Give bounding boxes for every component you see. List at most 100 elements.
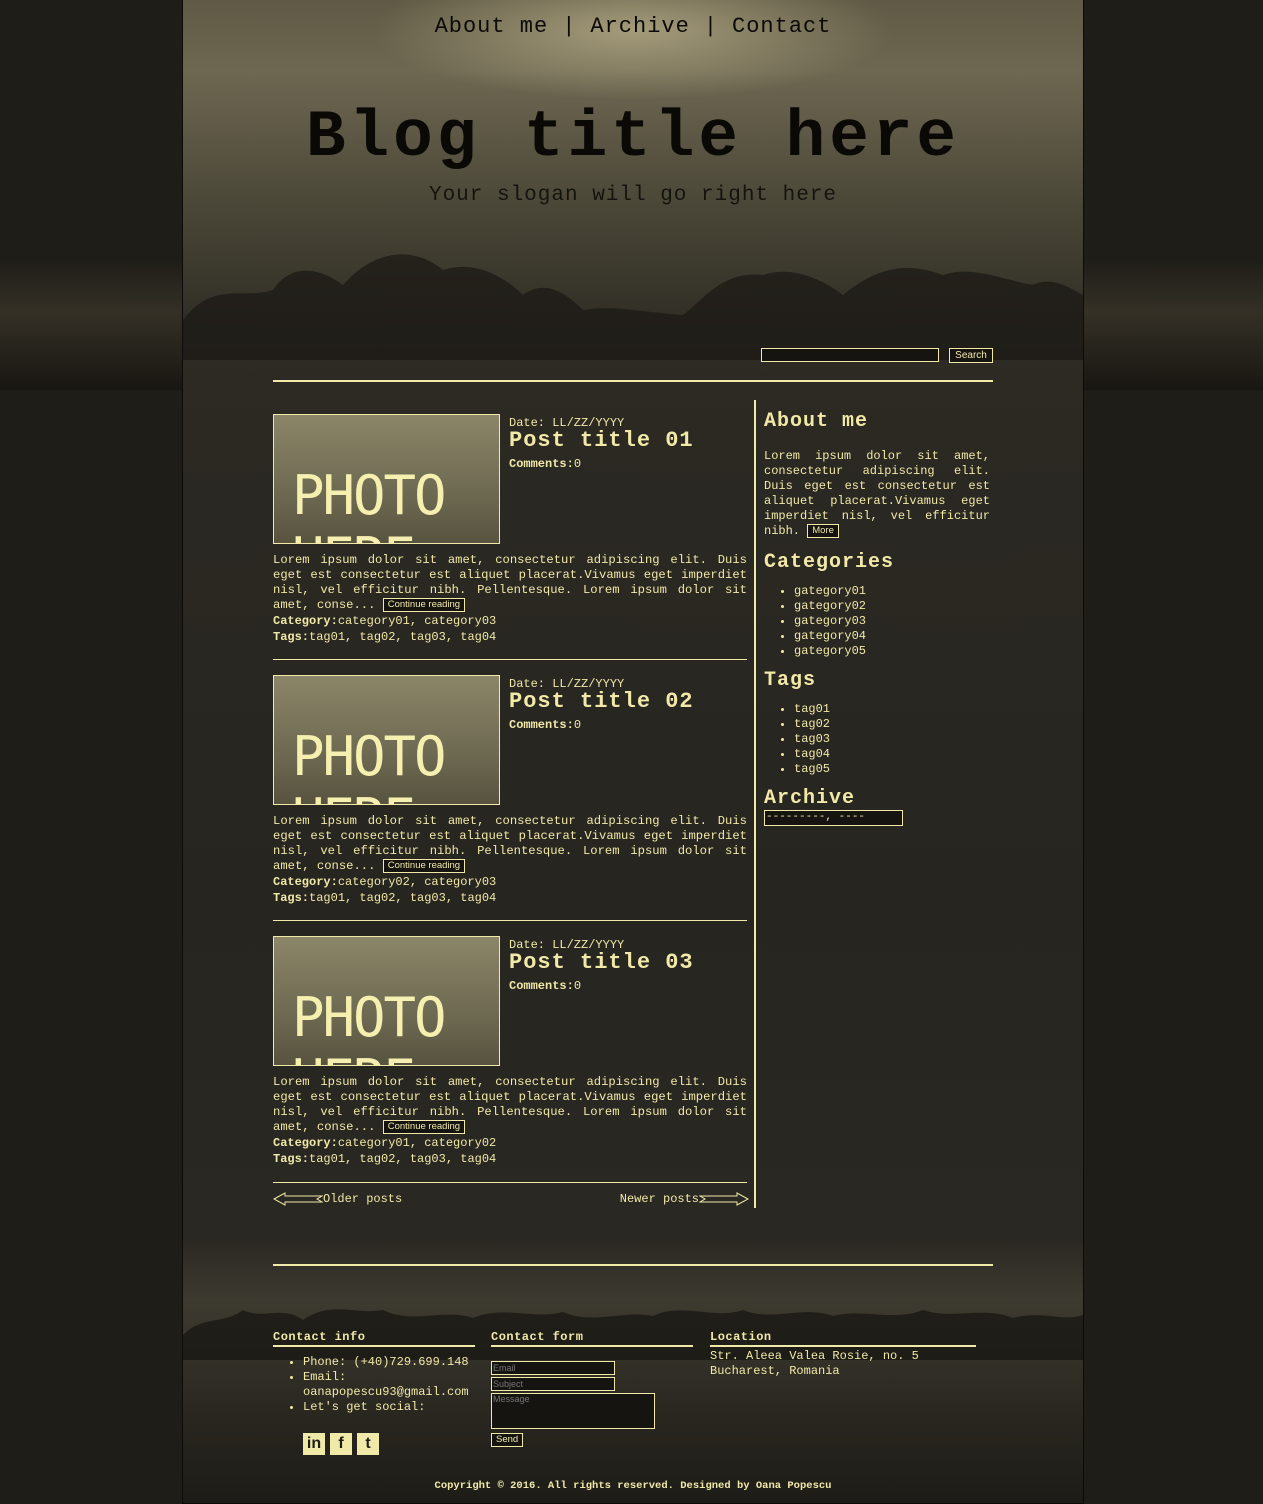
sidebar-divider xyxy=(754,400,756,1208)
category-links[interactable]: category01, category03 xyxy=(338,614,496,628)
post-categories: Category:category01, category02 xyxy=(273,1136,496,1150)
category-item[interactable]: gategory03 xyxy=(794,614,990,629)
comments-label: Comments: xyxy=(509,979,574,993)
post-photo-placeholder[interactable]: PHOTO HERE xyxy=(273,936,500,1066)
tag-item[interactable]: tag01 xyxy=(794,702,990,717)
post-categories: Category:category02, category03 xyxy=(273,875,496,889)
newer-posts-link[interactable]: Newer posts xyxy=(620,1192,750,1206)
right-arrow-icon xyxy=(698,1192,750,1206)
photo-placeholder-text: PHOTO xyxy=(292,725,447,788)
tag-item[interactable]: tag05 xyxy=(794,762,990,777)
tag-links[interactable]: tag01, tag02, tag03, tag04 xyxy=(309,630,496,644)
continue-reading-button[interactable]: Continue reading xyxy=(382,1120,466,1134)
address-line-2: Bucharest, Romania xyxy=(710,1364,840,1378)
tags-label: Tags: xyxy=(273,891,310,905)
contact-info-section: Contact info Phone: (+40)729.699.148 Ema… xyxy=(273,1330,475,1455)
post-photo-placeholder[interactable]: PHOTO HERE xyxy=(273,675,500,805)
top-navigation: About me | Archive | Contact xyxy=(183,14,1083,39)
photo-placeholder-text: PHOTO xyxy=(292,986,447,1049)
category-links[interactable]: category02, category03 xyxy=(338,875,496,889)
post-tags: Tags:tag01, tag02, tag03, tag04 xyxy=(273,630,496,644)
social-item: Let's get social: xyxy=(303,1400,475,1415)
contact-message-input[interactable] xyxy=(491,1393,655,1429)
archive-select[interactable]: ---------, ---- xyxy=(764,810,903,827)
send-button[interactable]: Send xyxy=(491,1433,524,1447)
nav-archive[interactable]: Archive xyxy=(590,14,689,39)
comments-label: Comments: xyxy=(509,718,574,732)
tags-label: Tags: xyxy=(273,1152,310,1166)
contact-form-section: Contact form Send xyxy=(491,1330,693,1447)
contact-form-heading: Contact form xyxy=(491,1330,693,1347)
twitter-icon[interactable]: t xyxy=(357,1433,379,1455)
tag-links[interactable]: tag01, tag02, tag03, tag04 xyxy=(309,1152,496,1166)
categories-heading: Categories xyxy=(764,551,895,575)
continue-reading-button[interactable]: Continue reading xyxy=(382,598,466,612)
categories-list: gategory01 gategory02 gategory03 gategor… xyxy=(764,584,990,659)
tag-item[interactable]: tag04 xyxy=(794,747,990,762)
about-me-text-block: Lorem ipsum dolor sit amet, consectetur … xyxy=(764,449,990,539)
comments-count: 0 xyxy=(573,718,582,732)
nav-separator: | xyxy=(562,14,577,39)
category-item[interactable]: gategory02 xyxy=(794,599,990,614)
search-button[interactable]: Search xyxy=(949,348,993,363)
linkedin-icon[interactable]: in xyxy=(303,1433,325,1455)
post-item: PHOTO HERE Date: LL/ZZ/YYYY Post title 0… xyxy=(273,922,749,1183)
post-item: PHOTO HERE Date: LL/ZZ/YYYY Post title 0… xyxy=(273,400,749,661)
tag-item[interactable]: tag02 xyxy=(794,717,990,732)
email-item: Email:oanapopescu93@gmail.com xyxy=(303,1370,475,1400)
tag-links[interactable]: tag01, tag02, tag03, tag04 xyxy=(309,891,496,905)
contact-subject-input[interactable] xyxy=(491,1377,615,1391)
footer-divider xyxy=(273,1264,993,1266)
post-tags: Tags:tag01, tag02, tag03, tag04 xyxy=(273,1152,496,1166)
continue-reading-button[interactable]: Continue reading xyxy=(382,859,466,873)
post-divider xyxy=(273,920,747,921)
post-photo-placeholder[interactable]: PHOTO HERE xyxy=(273,414,500,544)
comments-count: 0 xyxy=(573,457,582,471)
photo-placeholder-text: HERE xyxy=(292,531,416,544)
post-title[interactable]: Post title 01 xyxy=(509,428,694,453)
post-excerpt-text: Lorem ipsum dolor sit amet, consectetur … xyxy=(273,814,747,874)
tags-list: tag01 tag02 tag03 tag04 tag05 xyxy=(764,702,990,777)
contact-info-heading: Contact info xyxy=(273,1330,475,1347)
photo-placeholder-text: HERE xyxy=(292,792,416,805)
post-comments[interactable]: Comments:0 xyxy=(509,718,581,732)
post-comments[interactable]: Comments:0 xyxy=(509,979,581,993)
nav-about-me[interactable]: About me xyxy=(435,14,549,39)
post-title[interactable]: Post title 02 xyxy=(509,689,694,714)
post-title[interactable]: Post title 03 xyxy=(509,950,694,975)
search-input[interactable] xyxy=(761,348,939,362)
post-item: PHOTO HERE Date: LL/ZZ/YYYY Post title 0… xyxy=(273,661,749,922)
about-me-text: Lorem ipsum dolor sit amet, consectetur … xyxy=(764,449,990,539)
blog-slogan: Your slogan will go right here xyxy=(428,184,838,207)
email-link[interactable]: oanapopescu93@gmail.com xyxy=(303,1385,469,1399)
copyright-text: Copyright © 2016. All rights reserved. D… xyxy=(434,1480,832,1492)
category-label: Category: xyxy=(273,875,338,889)
post-excerpt: Lorem ipsum dolor sit amet, consectetur … xyxy=(273,553,747,613)
category-links[interactable]: category01, category02 xyxy=(338,1136,496,1150)
photo-placeholder-text: HERE xyxy=(292,1053,416,1066)
contact-email-input[interactable] xyxy=(491,1361,615,1375)
pager-divider xyxy=(273,1182,747,1183)
tags-label: Tags: xyxy=(273,630,310,644)
comments-count: 0 xyxy=(573,979,582,993)
location-section: Location Str. Aleea Valea Rosie, no. 5 B… xyxy=(710,1330,976,1379)
about-me-heading: About me xyxy=(764,410,869,433)
post-comments[interactable]: Comments:0 xyxy=(509,457,581,471)
post-excerpt-text: Lorem ipsum dolor sit amet, consectetur … xyxy=(273,1075,747,1135)
tag-item[interactable]: tag03 xyxy=(794,732,990,747)
category-item[interactable]: gategory05 xyxy=(794,644,990,659)
post-excerpt-text: Lorem ipsum dolor sit amet, consectetur … xyxy=(273,553,747,613)
nav-contact[interactable]: Contact xyxy=(732,14,831,39)
older-posts-link[interactable]: Older posts xyxy=(272,1192,403,1207)
blog-title: Blog title here xyxy=(305,100,961,175)
more-button[interactable]: More xyxy=(807,524,839,538)
facebook-icon[interactable]: f xyxy=(330,1433,352,1455)
background-band-left xyxy=(0,260,182,390)
nav-separator: | xyxy=(703,14,719,39)
sidebar: About me Lorem ipsum dolor sit amet, con… xyxy=(764,410,990,827)
category-label: Category: xyxy=(273,614,338,628)
older-posts-label: Older posts xyxy=(323,1192,403,1207)
category-item[interactable]: gategory04 xyxy=(794,629,990,644)
post-excerpt: Lorem ipsum dolor sit amet, consectetur … xyxy=(273,1075,747,1135)
category-item[interactable]: gategory01 xyxy=(794,584,990,599)
